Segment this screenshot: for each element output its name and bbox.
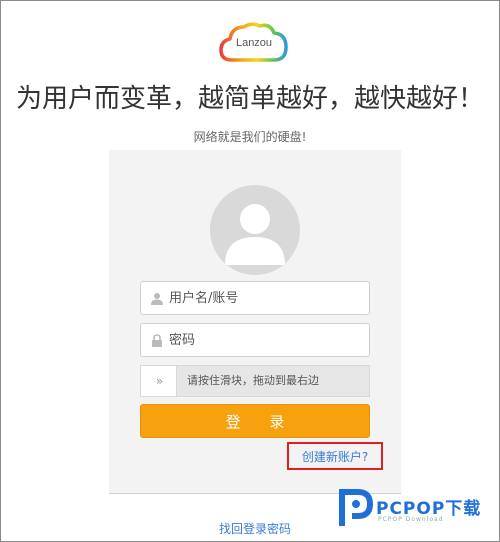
password-field[interactable] [140,323,370,357]
password-input[interactable] [169,324,369,356]
logo-text: Lanzou [235,37,273,49]
double-chevron-right-icon: » [155,374,163,388]
username-input[interactable] [169,282,369,314]
user-avatar-icon [225,204,285,265]
create-account-link[interactable]: 创建新账户? [287,442,383,470]
pcpop-logo-icon [339,489,374,526]
slider-handle[interactable]: » [141,366,177,396]
watermark-sub: PCPOP Download [378,516,444,523]
username-field[interactable] [140,281,370,315]
login-card: » 请按住滑块，拖动到最右边 登 录 创建新账户? [109,150,401,494]
slider-captcha: » 请按住滑块，拖动到最右边 [140,365,370,397]
login-button[interactable]: 登 录 [140,404,370,438]
page-tagline: 网络就是我们的硬盘! [193,130,307,144]
lock-icon [145,324,169,356]
avatar [210,185,300,275]
create-account-label: 创建新账户? [301,449,369,464]
lanzou-logo: Lanzou [218,20,290,64]
user-icon [145,282,169,314]
slider-hint: 请按住滑块，拖动到最右边 [187,374,319,387]
page-headline: 为用户而变革，越简单越好，越快越好！ [15,84,484,114]
pcpop-watermark: PCPOP下载 PCPOP Download [338,488,498,532]
